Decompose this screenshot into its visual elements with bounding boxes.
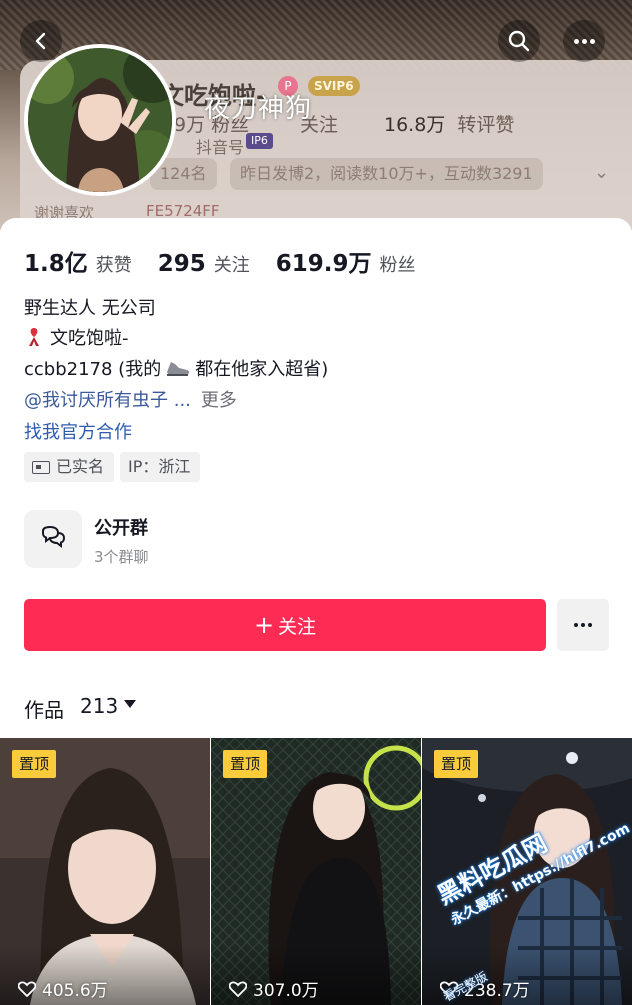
bio-line-3: ccbb2178 (我的 都在他家入超省) [24, 355, 328, 381]
bio-line-2: 文吃饱啦- [24, 324, 129, 350]
thumbnail-likes: 307.0万 [229, 976, 319, 1001]
ip6-badge: IP6 [246, 133, 273, 149]
thumbnail-likes: 405.6万 [18, 976, 108, 1001]
cooperation-link[interactable]: 找我官方合作 [24, 418, 132, 444]
avatar-photo [28, 48, 172, 192]
pinned-badge: 置顶 [12, 750, 57, 778]
likes-count[interactable]: 1.8亿 [24, 244, 88, 278]
works-count[interactable]: 213 [80, 694, 118, 718]
video-thumbnail-2[interactable]: 置顶 307.0万 [211, 738, 421, 1005]
follow-button-label: 关注 [278, 615, 317, 638]
search-button[interactable] [498, 20, 540, 62]
header-activity-pill[interactable]: 昨日发博2，阅读数10万+，互动数3291 [230, 158, 543, 190]
chat-bubbles-icon [42, 525, 66, 548]
heart-icon [229, 980, 247, 997]
group-chat-icon[interactable] [24, 510, 82, 568]
bio-mention-link[interactable]: @我讨厌所有虫子 ... 更多 [24, 386, 237, 412]
thumbnail-likes-count: 405.6万 [42, 981, 108, 1001]
ellipsis-icon [574, 623, 592, 627]
svip-badge: SVIP6 [308, 76, 360, 96]
more-actions-button[interactable] [557, 599, 609, 651]
ellipsis-icon [573, 38, 595, 44]
group-subtitle: 3个群聊 [94, 548, 149, 566]
header-stat-repost: 16.8万 转评赞 [384, 110, 514, 137]
heart-icon [18, 980, 36, 997]
ip-location-tag: IP：浙江 [120, 452, 201, 482]
more-options-button[interactable] [563, 20, 605, 62]
follow-button[interactable]: + 关注 [24, 599, 546, 651]
back-button[interactable] [20, 20, 62, 62]
profile-header-background: 文吃饱啦- P SVIP6 9万 粉丝 关注 16.8万 转评赞 抖音号 IP6… [0, 0, 632, 230]
id-card-icon [32, 460, 50, 474]
header-stat-repost-label: 转评赞 [457, 114, 515, 136]
profile-stats: 1.8亿 获赞 295 关注 619.9万 粉丝 [24, 244, 442, 278]
header-stat-fans-value: 9万 [174, 114, 206, 136]
back-arrow-icon [35, 32, 46, 50]
bio-line-2-text: 文吃饱啦- [50, 328, 129, 349]
following-label: 关注 [213, 255, 250, 276]
pinned-badge: 置顶 [223, 750, 268, 778]
followers-label: 粉丝 [379, 255, 416, 276]
pinned-badge: 置顶 [434, 750, 479, 778]
thumbnail-likes-count: 307.0万 [253, 981, 319, 1001]
avatar[interactable] [24, 44, 176, 196]
bio-mention-text[interactable]: @我讨厌所有虫子 ... [24, 390, 191, 411]
ip-location-label: IP：浙江 [128, 457, 191, 476]
ribbon-icon [29, 328, 39, 346]
header-stat-repost-value: 16.8万 [384, 114, 446, 136]
bio-line-1: 野生达人 无公司 [24, 298, 156, 319]
watermark-text: 夜刀神狗 [204, 94, 313, 124]
works-tab-label[interactable]: 作品 [24, 694, 64, 723]
caret-down-icon[interactable] [124, 700, 136, 708]
bio-line-3b-text: 都在他家入超省) [195, 359, 329, 380]
sneaker-icon [167, 362, 190, 376]
group-title[interactable]: 公开群 [94, 514, 148, 540]
bio-more-link[interactable]: 更多 [201, 390, 237, 411]
chevron-down-icon[interactable]: ⌄ [594, 162, 609, 183]
followers-count[interactable]: 619.9万 [276, 244, 372, 278]
search-icon [508, 30, 530, 52]
video-thumbnail-1[interactable]: 置顶 405.6万 [0, 738, 210, 1005]
verified-tag: 已实名 [24, 452, 115, 482]
header-account-id: 抖音号 [196, 138, 245, 157]
plus-icon: + [253, 611, 275, 639]
verified-tag-label: 已实名 [56, 457, 105, 476]
bio-line-3-text: ccbb2178 (我的 [24, 359, 162, 380]
likes-label: 获赞 [95, 255, 132, 276]
following-count[interactable]: 295 [158, 251, 206, 277]
